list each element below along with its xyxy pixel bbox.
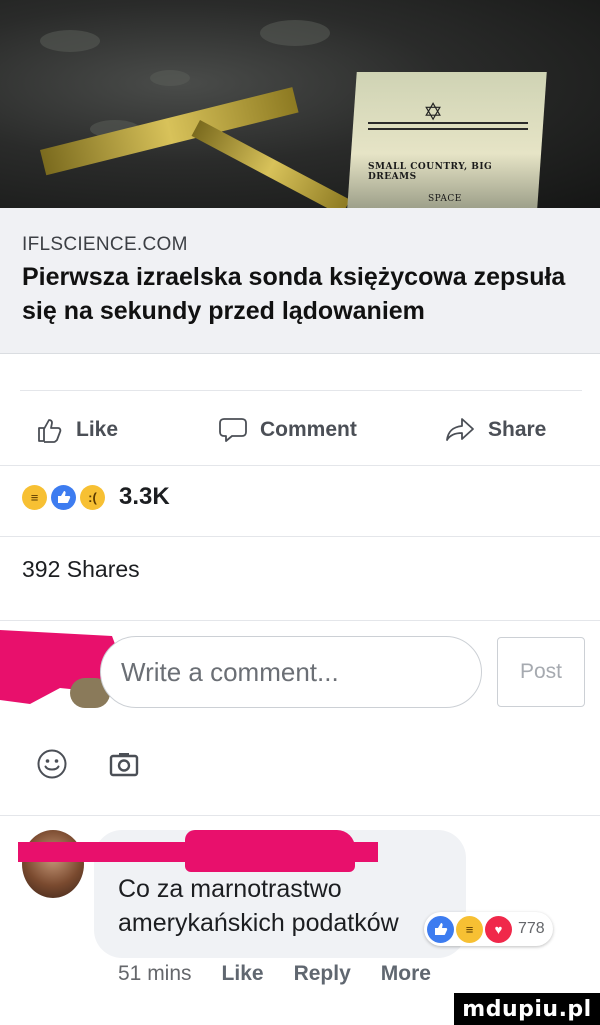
like-label: Like: [76, 418, 119, 441]
star-of-david-icon: ✡: [423, 99, 444, 126]
action-bar: Like Comment Share: [0, 390, 600, 460]
crater: [150, 70, 190, 86]
plaque-line: [368, 128, 528, 130]
sad-icon: :(: [80, 484, 105, 510]
haha-icon: ≡: [22, 484, 47, 510]
comment-reactions[interactable]: ≡ ♥ 778: [424, 912, 553, 946]
crater: [40, 30, 100, 52]
plaque-text: SMALL COUNTRY, BIG DREAMS SPACE: [368, 162, 493, 204]
reaction-count: 3.3K: [119, 483, 170, 510]
share-button[interactable]: Share: [444, 414, 546, 446]
comment-more-link[interactable]: More: [381, 962, 431, 986]
divider: [0, 465, 600, 466]
post-button[interactable]: Post: [497, 637, 585, 707]
haha-icon: ≡: [456, 915, 483, 943]
like-icon: [51, 484, 76, 510]
share-label: Share: [488, 418, 547, 441]
camera-icon[interactable]: [108, 750, 140, 778]
comment-time[interactable]: 51 mins: [118, 962, 192, 986]
comment-label: Comment: [260, 418, 357, 441]
link-preview[interactable]: IFLSCIENCE.COM Pierwsza izraelska sonda …: [0, 208, 600, 354]
comment-reply-link[interactable]: Reply: [294, 962, 351, 986]
commenter-avatar[interactable]: [22, 830, 84, 898]
link-domain: IFLSCIENCE.COM: [22, 234, 188, 255]
comment-button[interactable]: Comment: [218, 414, 357, 446]
crater: [260, 20, 330, 46]
redacted-name-bar: [18, 842, 378, 862]
comment-meta: 51 mins Like Reply More: [118, 962, 461, 986]
love-icon: ♥: [485, 915, 512, 943]
lander-leg: [191, 120, 351, 208]
comment-input[interactable]: Write a comment...: [100, 636, 482, 708]
share-count[interactable]: 392 Shares: [22, 556, 140, 583]
watermark-logo: mdupiu.pl: [454, 993, 600, 1025]
thumbs-up-icon: [38, 419, 62, 443]
divider: [0, 536, 600, 537]
speech-bubble-icon: [219, 418, 247, 442]
comment-like-link[interactable]: Like: [222, 962, 264, 986]
like-button[interactable]: Like: [36, 414, 118, 446]
share-arrow-icon: [446, 418, 474, 441]
plaque-line: [368, 122, 528, 124]
divider: [0, 815, 600, 816]
emoji-icon[interactable]: [36, 748, 68, 780]
comment-placeholder: Write a comment...: [121, 656, 339, 687]
comment-reaction-count: 778: [518, 920, 545, 937]
reactions-summary[interactable]: ≡ :( 3.3K: [22, 480, 170, 514]
link-headline[interactable]: Pierwsza izraelska sonda księżycowa zeps…: [22, 260, 600, 328]
like-icon: [427, 915, 454, 943]
article-image[interactable]: ✡ SMALL COUNTRY, BIG DREAMS SPACE: [0, 0, 600, 208]
